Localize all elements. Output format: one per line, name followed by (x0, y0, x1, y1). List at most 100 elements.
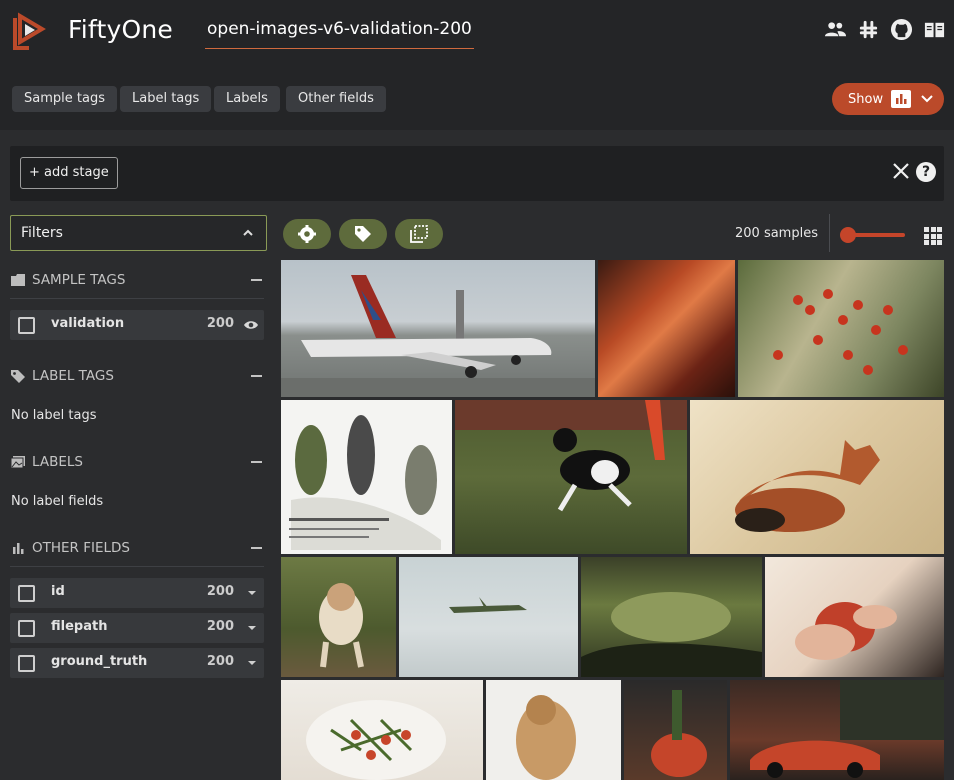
sample-tile-hands[interactable] (765, 557, 944, 677)
tab-sample-tags[interactable]: Sample tags (12, 86, 117, 112)
show-label: Show (848, 91, 884, 107)
tag-button[interactable] (339, 219, 387, 249)
car-thumbnail (750, 680, 944, 778)
field-row-filepath[interactable]: filepath 200 (10, 613, 264, 643)
label-tags-title: LABEL TAGS (32, 368, 114, 384)
header-icons (824, 18, 946, 41)
other-fields-header[interactable]: OTHER FIELDS (10, 536, 264, 560)
docs-book-icon[interactable] (923, 18, 946, 41)
checkbox[interactable] (18, 585, 35, 602)
label-tags-empty: No label tags (11, 408, 97, 423)
field-name: validation (51, 316, 125, 331)
github-icon[interactable] (890, 18, 913, 41)
caret-down-icon[interactable] (244, 656, 260, 670)
sample-tile-fox[interactable] (690, 400, 944, 554)
sample-tags-icon (11, 274, 25, 286)
filters-label: Filters (21, 225, 63, 241)
checkbox[interactable] (18, 655, 35, 672)
histogram-icon (891, 90, 912, 108)
divider (10, 566, 264, 567)
landscape-thumbnail (581, 592, 762, 677)
chevron-up-icon (242, 216, 254, 263)
app-name[interactable]: FiftyOne (68, 15, 173, 44)
collapse-icon[interactable] (251, 547, 262, 549)
field-name: id (51, 584, 65, 599)
sample-tile-dog-running[interactable] (455, 400, 687, 554)
labels-header[interactable]: LABELS (10, 450, 264, 474)
sample-tags-title: SAMPLE TAGS (32, 272, 126, 288)
checkbox[interactable] (18, 317, 35, 334)
label-tags-header[interactable]: LABEL TAGS (10, 364, 264, 388)
tag-icon (11, 370, 25, 383)
sample-tile-aircraft-sky[interactable] (399, 557, 578, 677)
labels-title: LABELS (32, 454, 83, 470)
show-button[interactable]: Show (832, 83, 944, 115)
field-tabs-bar: Sample tags Label tags Labels Other fiel… (0, 68, 954, 130)
collapse-icon[interactable] (251, 461, 262, 463)
tab-label-tags[interactable]: Label tags (120, 86, 212, 112)
filters-dropdown[interactable]: Filters (10, 215, 267, 251)
berries-thumbnail (773, 289, 908, 375)
chevron-down-icon (921, 95, 933, 103)
airplane-thumbnail (281, 275, 595, 397)
help-icon[interactable]: ? (916, 162, 936, 182)
sample-count: 200 samples (735, 226, 818, 241)
sample-tile-food[interactable] (281, 680, 483, 780)
sample-tile-berries[interactable] (738, 260, 944, 397)
sample-tile-airplane[interactable] (281, 260, 595, 397)
divider (829, 214, 830, 252)
divider (10, 298, 264, 299)
sample-tile-illustration[interactable] (281, 400, 452, 554)
slack-icon[interactable] (857, 18, 880, 41)
view-stage-bar: + add stage ? (10, 146, 944, 201)
image-labels-icon (10, 456, 25, 469)
collapse-icon[interactable] (251, 375, 262, 377)
add-stage-button[interactable]: + add stage (20, 157, 118, 189)
sample-tile-landscape[interactable] (581, 557, 762, 677)
tag-icon (355, 226, 371, 242)
grid-view-icon[interactable] (924, 227, 942, 245)
collapse-icon[interactable] (251, 279, 262, 281)
food-thumbnail (306, 700, 446, 780)
illustration-thumbnail (289, 415, 441, 550)
tab-labels[interactable]: Labels (214, 86, 280, 112)
fiftyone-logo-icon[interactable] (10, 12, 52, 54)
sample-tile-dog-sitting[interactable] (486, 680, 621, 780)
settings-gear-icon (298, 225, 316, 243)
field-name: filepath (51, 619, 108, 634)
checkbox[interactable] (18, 620, 35, 637)
sample-tags-header[interactable]: SAMPLE TAGS (10, 268, 264, 292)
dataset-selector[interactable]: open-images-v6-validation-200 (205, 17, 474, 49)
settings-button[interactable] (283, 219, 331, 249)
field-count: 200 (206, 584, 234, 599)
tab-other-fields[interactable]: Other fields (286, 86, 386, 112)
select-icon (410, 225, 428, 243)
top-header: FiftyOne open-images-v6-validation-200 (0, 0, 954, 68)
sample-tile-dog-walking[interactable] (281, 557, 396, 677)
caret-down-icon[interactable] (244, 586, 260, 600)
sample-tile-abstract[interactable] (598, 260, 735, 397)
fox-thumbnail (735, 440, 880, 532)
zoom-slider-handle[interactable] (840, 227, 856, 243)
field-row-ground-truth[interactable]: ground_truth 200 (10, 648, 264, 678)
aircraft-sky-thumbnail (449, 597, 527, 613)
labels-empty: No label fields (11, 494, 104, 509)
sample-tile-car[interactable] (730, 680, 944, 780)
eye-icon[interactable] (242, 318, 260, 332)
hands-thumbnail (795, 602, 897, 660)
close-icon[interactable] (892, 162, 910, 180)
field-count: 200 (206, 619, 234, 634)
people-icon[interactable] (824, 18, 847, 41)
sample-tag-row-validation[interactable]: validation 200 (10, 310, 264, 340)
dog-sitting-thumbnail (516, 695, 576, 780)
field-count: 200 (206, 654, 234, 669)
dog-walking-thumbnail (319, 583, 364, 668)
field-row-id[interactable]: id 200 (10, 578, 264, 608)
other-fields-title: OTHER FIELDS (32, 540, 130, 556)
dark-scene-thumbnail (651, 690, 707, 777)
field-name: ground_truth (51, 654, 148, 669)
select-button[interactable] (395, 219, 443, 249)
sample-tile-dark-scene[interactable] (624, 680, 727, 780)
caret-down-icon[interactable] (244, 621, 260, 635)
field-count: 200 (206, 316, 234, 331)
